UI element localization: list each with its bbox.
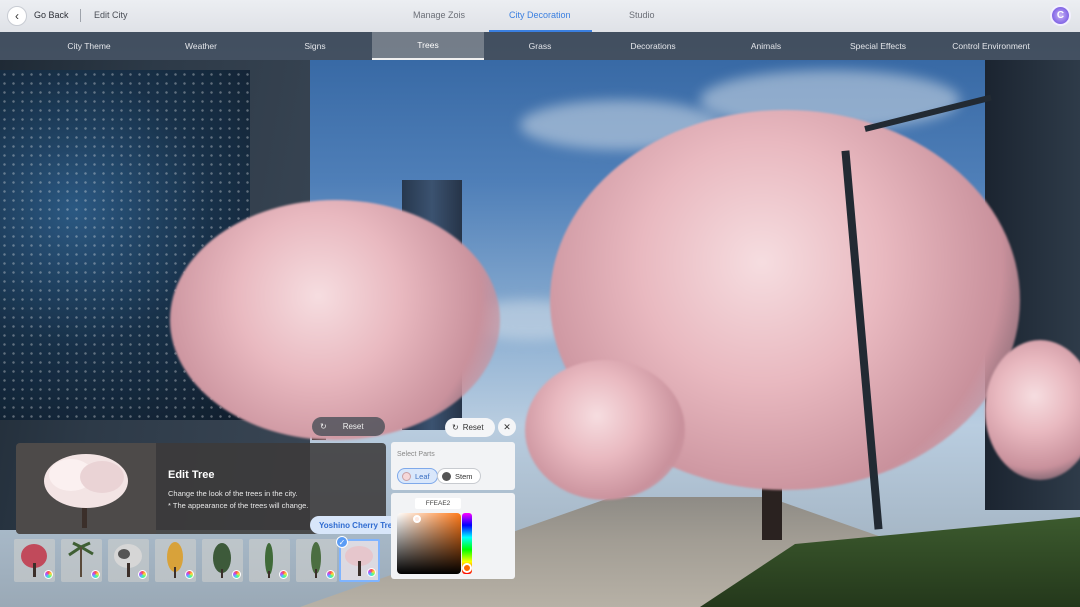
refresh-icon: ↻ <box>320 422 327 431</box>
parts-selector: Select Parts Leaf Stem <box>391 442 515 490</box>
avatar[interactable]: C <box>1050 5 1071 26</box>
panel-title: Edit Tree <box>168 469 215 481</box>
tree-item[interactable] <box>14 539 55 582</box>
stem-color-swatch <box>442 471 451 481</box>
tab-city-theme[interactable]: City Theme <box>33 32 145 60</box>
tree-preview <box>16 443 156 534</box>
tab-city-decoration[interactable]: City Decoration <box>509 10 571 20</box>
tree-item[interactable] <box>296 539 337 582</box>
saturation-value-area[interactable] <box>397 513 461 574</box>
description-line: Change the look of the trees in the city… <box>168 489 298 498</box>
tab-decorations[interactable]: Decorations <box>597 32 709 60</box>
hex-value-field[interactable]: FFEAE2 <box>415 498 461 509</box>
color-variant-icon <box>138 570 147 579</box>
check-icon: ✓ <box>336 536 348 548</box>
reset-label: Reset <box>342 422 364 431</box>
refresh-icon: ↻ <box>452 423 459 432</box>
top-bar: ‹ Go Back Edit City Manage Zois City Dec… <box>0 0 1080 32</box>
tab-weather[interactable]: Weather <box>145 32 257 60</box>
reset-color-button[interactable]: ↻ Reset <box>445 418 495 437</box>
description-note: * The appearance of the trees will chang… <box>168 501 309 510</box>
close-button[interactable]: ✕ <box>498 418 516 436</box>
part-stem-option[interactable]: Stem <box>437 468 481 484</box>
go-back-label[interactable]: Go Back <box>34 10 69 20</box>
tree-item[interactable] <box>202 539 243 582</box>
color-cursor[interactable] <box>413 515 421 523</box>
reset-button[interactable]: ↻ Reset <box>312 417 385 436</box>
tab-control-environment[interactable]: Control Environment <box>935 32 1047 60</box>
cherry-tree-left <box>170 200 500 440</box>
tree-item[interactable] <box>61 539 102 582</box>
color-variant-icon <box>91 570 100 579</box>
color-picker: FFEAE2 <box>391 493 515 579</box>
reset-label: Reset <box>462 423 484 432</box>
color-variant-icon <box>367 568 376 577</box>
color-variant-icon <box>185 570 194 579</box>
part-leaf-option[interactable]: Leaf <box>397 468 438 484</box>
tab-studio[interactable]: Studio <box>629 10 655 20</box>
tab-trees[interactable]: Trees <box>372 32 484 60</box>
hue-slider-handle[interactable] <box>462 563 472 573</box>
color-variant-icon <box>44 570 53 579</box>
chevron-left-icon: ‹ <box>15 9 19 23</box>
breadcrumb: Edit City <box>94 10 128 20</box>
close-icon: ✕ <box>503 421 511 432</box>
cherry-tree-far <box>525 360 685 500</box>
panel-description: Change the look of the trees in the city… <box>168 488 378 512</box>
leaf-color-swatch <box>402 471 411 481</box>
tree-item[interactable] <box>108 539 149 582</box>
tab-grass[interactable]: Grass <box>484 32 596 60</box>
tab-animals[interactable]: Animals <box>710 32 822 60</box>
divider <box>80 9 81 22</box>
tab-special-effects[interactable]: Special Effects <box>822 32 934 60</box>
part-label: Stem <box>455 471 473 481</box>
tab-signs[interactable]: Signs <box>259 32 371 60</box>
back-button[interactable]: ‹ <box>7 6 27 26</box>
parts-label: Select Parts <box>397 451 435 458</box>
part-label: Leaf <box>415 471 430 481</box>
color-variant-icon <box>326 570 335 579</box>
avatar-glyph: C <box>1056 10 1065 21</box>
tree-item[interactable] <box>155 539 196 582</box>
tree-item[interactable] <box>249 539 290 582</box>
category-tab-bar: City Theme Weather Signs Trees Grass Dec… <box>0 32 1080 60</box>
color-variant-icon <box>279 570 288 579</box>
tab-manage-zois[interactable]: Manage Zois <box>413 10 465 20</box>
tree-item-selected[interactable]: ✓ <box>336 536 380 582</box>
color-variant-icon <box>232 570 241 579</box>
